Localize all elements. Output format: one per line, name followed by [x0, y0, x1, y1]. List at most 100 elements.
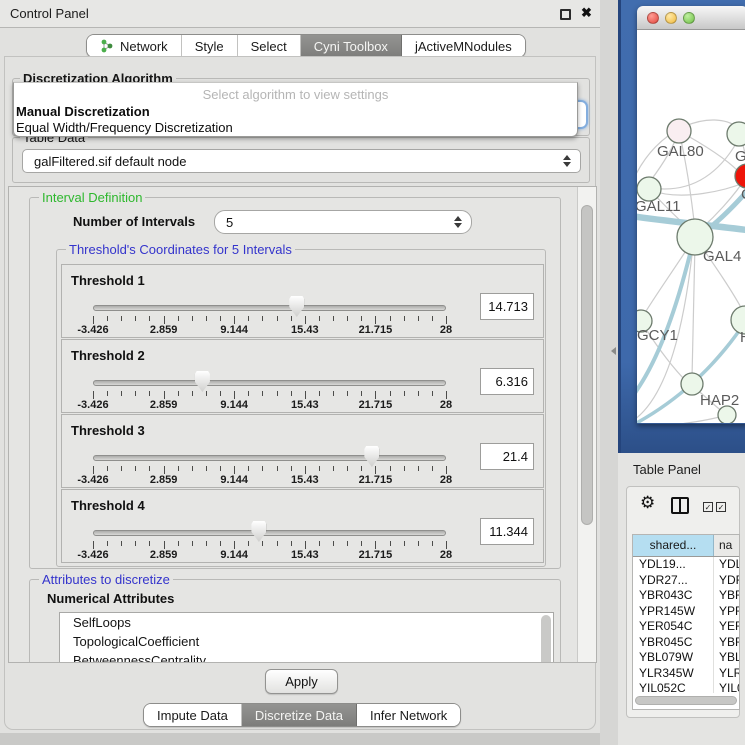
- tick-mark: [319, 316, 320, 321]
- cell-name: YDL1: [714, 557, 739, 573]
- control-panel-title: Control Panel: [10, 6, 89, 21]
- checkbox-icon[interactable]: ✓: [716, 502, 726, 512]
- tick-label: 28: [416, 549, 476, 561]
- table-data-combobox[interactable]: galFiltered.sif default node: [22, 149, 581, 173]
- attribute-list-item[interactable]: TopologicalCoefficient: [60, 632, 553, 651]
- tab-label: Infer Network: [370, 708, 447, 723]
- table-row[interactable]: YDL19...YDL1: [633, 557, 739, 573]
- tick-mark: [347, 316, 348, 321]
- table-row[interactable]: YDR27...YDR2: [633, 573, 739, 589]
- number-of-intervals-combobox[interactable]: 5: [214, 210, 472, 234]
- table-row[interactable]: YIL052CYIL0: [633, 681, 739, 693]
- tab-cyni-toolbox[interactable]: Cyni Toolbox: [301, 35, 402, 57]
- tab-impute-data[interactable]: Impute Data: [144, 704, 242, 726]
- table-panel-title: Table Panel: [633, 462, 701, 477]
- tick-mark: [262, 541, 263, 546]
- network-node-g[interactable]: [727, 122, 745, 146]
- algorithm-option[interactable]: Equal Width/Frequency Discretization: [14, 120, 577, 136]
- tick-mark: [375, 466, 376, 474]
- tick-mark: [375, 391, 376, 399]
- network-canvas[interactable]: GAL80G.CGAL11GAL4GCY1HHAP2: [637, 30, 745, 423]
- tick-mark: [121, 316, 122, 321]
- tick-mark: [192, 316, 193, 321]
- network-node-c[interactable]: [735, 164, 745, 188]
- split-columns-icon[interactable]: [671, 497, 689, 514]
- table-row[interactable]: YBR043CYBR0: [633, 588, 739, 604]
- tab-style[interactable]: Style: [182, 35, 238, 57]
- bottom-tab-bar: Impute DataDiscretize Data Infer Network: [143, 703, 461, 727]
- threshold-value-field[interactable]: 21.4: [480, 443, 534, 470]
- numerical-attributes-list[interactable]: SelfLoopsTopologicalCoefficientBetweenne…: [59, 612, 554, 663]
- column-header-shared-name[interactable]: shared...: [633, 535, 714, 556]
- minimize-traffic-light-icon[interactable]: [665, 12, 677, 24]
- tick-label: 9.144: [204, 399, 264, 411]
- table-row[interactable]: YER054CYER0: [633, 619, 739, 635]
- table-row[interactable]: YBL079WYBL0: [633, 650, 739, 666]
- network-node-label: GAL11: [637, 198, 681, 215]
- algorithm-option[interactable]: Manual Discretization: [14, 104, 577, 120]
- threshold-slider-thumb[interactable]: [289, 296, 304, 317]
- tab-infer-network[interactable]: Infer Network: [357, 704, 460, 726]
- threshold-slider-thumb[interactable]: [251, 521, 266, 542]
- tick-mark: [248, 466, 249, 471]
- tab-network[interactable]: Network: [87, 35, 182, 57]
- tick-label: 21.715: [345, 399, 405, 411]
- splitter-collapse-icon[interactable]: [611, 347, 616, 355]
- threshold-value-field[interactable]: 6.316: [480, 368, 534, 395]
- tick-mark: [446, 391, 447, 399]
- threshold-slider-track[interactable]: [93, 305, 446, 311]
- threshold-panel: Threshold 2-3.4262.8599.14415.4321.71528…: [61, 339, 544, 413]
- tick-mark: [333, 316, 334, 321]
- network-node[interactable]: [718, 406, 736, 423]
- float-window-icon[interactable]: [560, 9, 571, 20]
- tick-mark: [192, 541, 193, 546]
- cell-shared-name: YBR045C: [633, 635, 714, 651]
- tab-select[interactable]: Select: [238, 35, 301, 57]
- tick-mark: [178, 391, 179, 396]
- tick-mark: [291, 316, 292, 321]
- control-panel-tab-bar: NetworkStyleSelect Cyni Toolbox jActiveMNo…: [86, 34, 526, 58]
- tick-mark: [432, 466, 433, 471]
- list-scrollbar[interactable]: [541, 615, 551, 663]
- zoom-traffic-light-icon[interactable]: [683, 12, 695, 24]
- threshold-slider-track[interactable]: [93, 455, 446, 461]
- threshold-slider-thumb[interactable]: [195, 371, 210, 392]
- tick-mark: [206, 541, 207, 546]
- network-node-gal80[interactable]: [667, 119, 691, 143]
- tick-mark: [291, 466, 292, 471]
- table-row[interactable]: YBR045CYBR0: [633, 635, 739, 651]
- cell-shared-name: YIL052C: [633, 681, 714, 693]
- checkbox-icon[interactable]: ✓: [703, 502, 713, 512]
- threshold-value-field[interactable]: 14.713: [480, 293, 534, 320]
- threshold-slider-track[interactable]: [93, 380, 446, 386]
- tick-mark: [248, 316, 249, 321]
- threshold-slider-thumb[interactable]: [364, 446, 379, 467]
- network-edge[interactable]: [692, 242, 695, 378]
- attributes-group-title: Attributes to discretize: [39, 572, 173, 587]
- tick-mark: [404, 466, 405, 471]
- tick-mark: [178, 541, 179, 546]
- close-traffic-light-icon[interactable]: [647, 12, 659, 24]
- threshold-slider-track[interactable]: [93, 530, 446, 536]
- table-row[interactable]: YLR345WYLR3: [633, 666, 739, 682]
- attribute-list-item[interactable]: SelfLoops: [60, 613, 553, 632]
- table-row[interactable]: YPR145WYPR1: [633, 604, 739, 620]
- horizontal-scrollbar[interactable]: [635, 696, 737, 705]
- panel-splitter[interactable]: [600, 0, 618, 745]
- tick-mark: [347, 541, 348, 546]
- tab-label: Cyni Toolbox: [314, 39, 388, 54]
- tick-mark: [404, 316, 405, 321]
- vertical-scrollbar-thumb[interactable]: [581, 205, 593, 525]
- network-icon: [100, 39, 114, 53]
- tick-mark: [277, 316, 278, 321]
- tick-mark: [375, 316, 376, 324]
- threshold-value-field[interactable]: 11.344: [480, 518, 534, 545]
- tick-label: 9.144: [204, 549, 264, 561]
- apply-button[interactable]: Apply: [265, 669, 338, 694]
- tab-discretize-data[interactable]: Discretize Data: [242, 704, 357, 726]
- tab-jactivemnodules[interactable]: jActiveMNodules: [402, 35, 525, 57]
- close-icon[interactable]: ✖: [581, 5, 592, 21]
- attribute-list-item[interactable]: BetweennessCentrality: [60, 651, 553, 663]
- column-header-name[interactable]: na: [714, 535, 739, 556]
- gear-icon[interactable]: ⚙: [640, 493, 655, 513]
